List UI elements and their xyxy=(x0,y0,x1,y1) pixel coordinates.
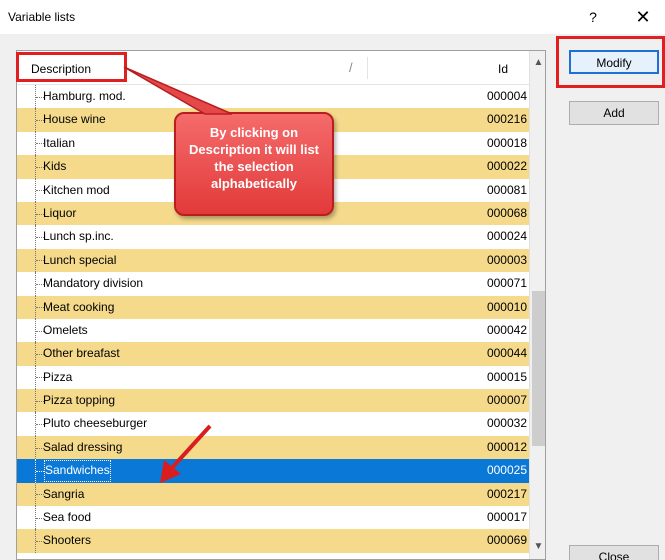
row-id: 000071 xyxy=(486,276,527,291)
list-row[interactable]: Omelets 000042 xyxy=(17,318,529,343)
list-row[interactable]: Sea food 000017 xyxy=(17,506,529,530)
row-id: 000025 xyxy=(486,463,527,478)
row-id: 000217 xyxy=(486,486,527,501)
id-column-header[interactable]: Id xyxy=(498,62,508,76)
list-row[interactable]: Pluto cheeseburger 000032 xyxy=(17,412,529,436)
list-row[interactable]: Sangria 000217 xyxy=(17,482,529,507)
row-id: 000012 xyxy=(486,439,527,454)
list-row[interactable]: Lunch sp.inc. 000024 xyxy=(17,225,529,249)
row-description: Kitchen mod xyxy=(43,182,110,197)
window-title: Variable lists xyxy=(8,10,76,24)
row-id: 000015 xyxy=(486,369,527,384)
row-id: 000044 xyxy=(486,346,527,361)
modify-highlight-box xyxy=(556,36,665,88)
row-description: Shooters xyxy=(43,533,92,548)
list-row[interactable]: Mandatory division 000071 xyxy=(17,272,529,296)
column-divider[interactable] xyxy=(367,57,368,79)
list-row[interactable]: Pizza topping 000007 xyxy=(17,389,529,413)
row-id: 000069 xyxy=(486,533,527,548)
row-id: 000042 xyxy=(486,322,527,337)
row-description: Sea food xyxy=(43,510,92,525)
sort-indicator-icon: / xyxy=(349,60,353,75)
add-button[interactable]: Add xyxy=(569,101,659,125)
row-id: 000018 xyxy=(486,135,527,150)
list-row[interactable]: Sandwiches 000025 xyxy=(17,459,529,483)
row-description: Mandatory division xyxy=(43,276,144,291)
scrollbar-thumb[interactable] xyxy=(532,291,545,446)
row-id: 000010 xyxy=(486,299,527,314)
row-description: Pluto cheeseburger xyxy=(43,416,148,431)
scroll-down-icon[interactable]: ▼ xyxy=(530,541,545,559)
list-row[interactable]: Hamburg. mod. 000004 xyxy=(17,85,529,109)
row-description: Other breafast xyxy=(43,346,120,361)
close-icon[interactable]: ✕ xyxy=(633,7,653,27)
row-description: Lunch sp.inc. xyxy=(43,229,114,244)
row-description: Italian xyxy=(43,135,76,150)
row-description: Kids xyxy=(43,159,67,174)
row-description: Hamburg. mod. xyxy=(43,89,126,103)
row-description: Pizza topping xyxy=(43,393,116,408)
row-id: 000032 xyxy=(486,416,527,431)
list-row[interactable]: Meat cooking 000010 xyxy=(17,295,529,319)
row-description: Meat cooking xyxy=(43,299,115,314)
row-id: 000022 xyxy=(486,159,527,174)
row-description: Sandwiches xyxy=(43,459,112,482)
description-highlight-box xyxy=(16,52,127,82)
row-description: Pizza xyxy=(43,369,73,384)
list-row[interactable]: Lunch special 000003 xyxy=(17,248,529,273)
row-description: Salad dressing xyxy=(43,439,123,454)
row-description: Sangria xyxy=(43,486,85,501)
list-row[interactable]: Other breafast 000044 xyxy=(17,342,529,366)
scroll-up-icon[interactable]: ▲ xyxy=(530,57,545,77)
row-description: Omelets xyxy=(43,322,88,337)
row-id: 000024 xyxy=(486,229,527,244)
row-description: House wine xyxy=(43,112,106,127)
list-row[interactable]: Salad dressing 000012 xyxy=(17,435,529,460)
help-button[interactable]: ? xyxy=(585,7,601,27)
title-bar: Variable lists ? ✕ xyxy=(0,0,665,34)
row-id: 000007 xyxy=(486,393,527,408)
row-id: 000004 xyxy=(486,89,527,103)
list-row[interactable]: Pizza 000015 xyxy=(17,365,529,390)
row-id: 000017 xyxy=(486,510,527,525)
row-id: 000068 xyxy=(486,205,527,220)
row-id: 000081 xyxy=(486,182,527,197)
annotation-callout: By clicking on Description it will list … xyxy=(174,112,334,216)
list-row[interactable]: Shooters 000069 xyxy=(17,529,529,553)
row-id: 000216 xyxy=(486,112,527,127)
close-button[interactable]: Close xyxy=(569,545,659,560)
row-id: 000003 xyxy=(486,252,527,267)
row-description: Lunch special xyxy=(43,252,117,267)
vertical-scrollbar[interactable]: ▲ ▼ xyxy=(529,51,545,559)
row-description: Liquor xyxy=(43,205,77,220)
